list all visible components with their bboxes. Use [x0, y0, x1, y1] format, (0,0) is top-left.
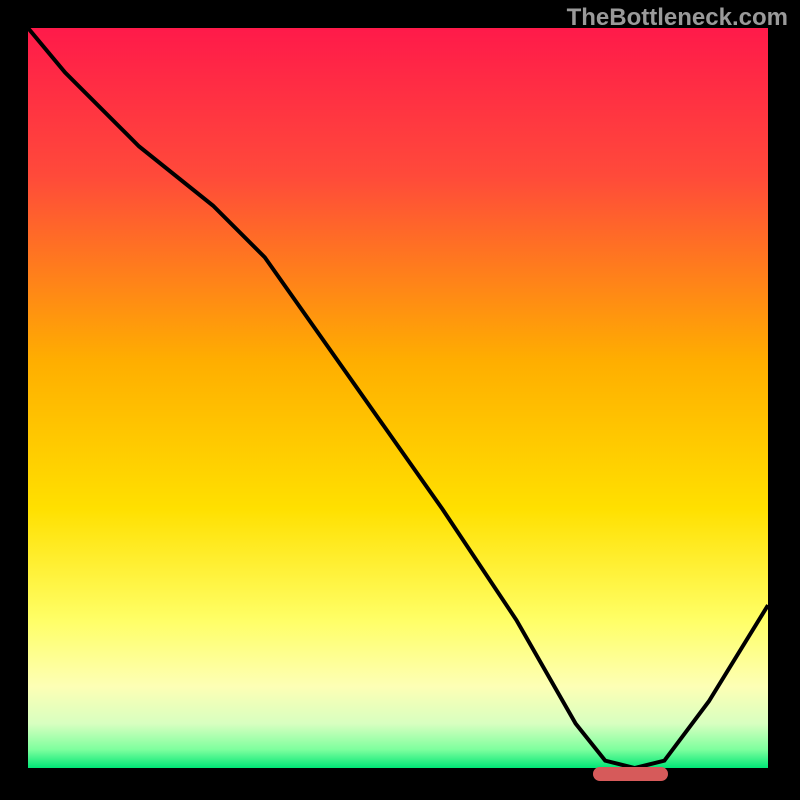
bottleneck-curve	[28, 28, 768, 768]
curve-layer	[28, 28, 768, 768]
optimal-range-marker	[593, 767, 667, 781]
plot-area	[28, 28, 772, 772]
watermark-text: TheBottleneck.com	[567, 4, 788, 32]
chart-container: TheBottleneck.com	[0, 0, 800, 800]
